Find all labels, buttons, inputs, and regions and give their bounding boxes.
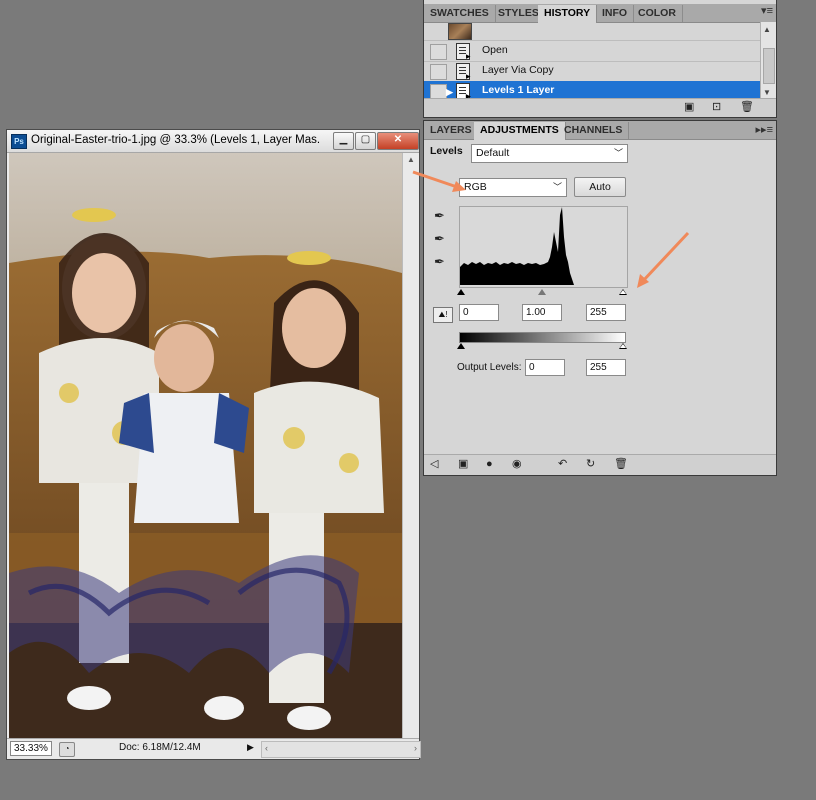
annotation-arrow-icon <box>412 170 466 192</box>
photoshop-workspace: { "history_panel": { "tabs": ["SWATCHES"… <box>0 0 816 800</box>
annotation-overlay <box>412 170 690 288</box>
annotation-arrow-icon <box>637 231 690 288</box>
